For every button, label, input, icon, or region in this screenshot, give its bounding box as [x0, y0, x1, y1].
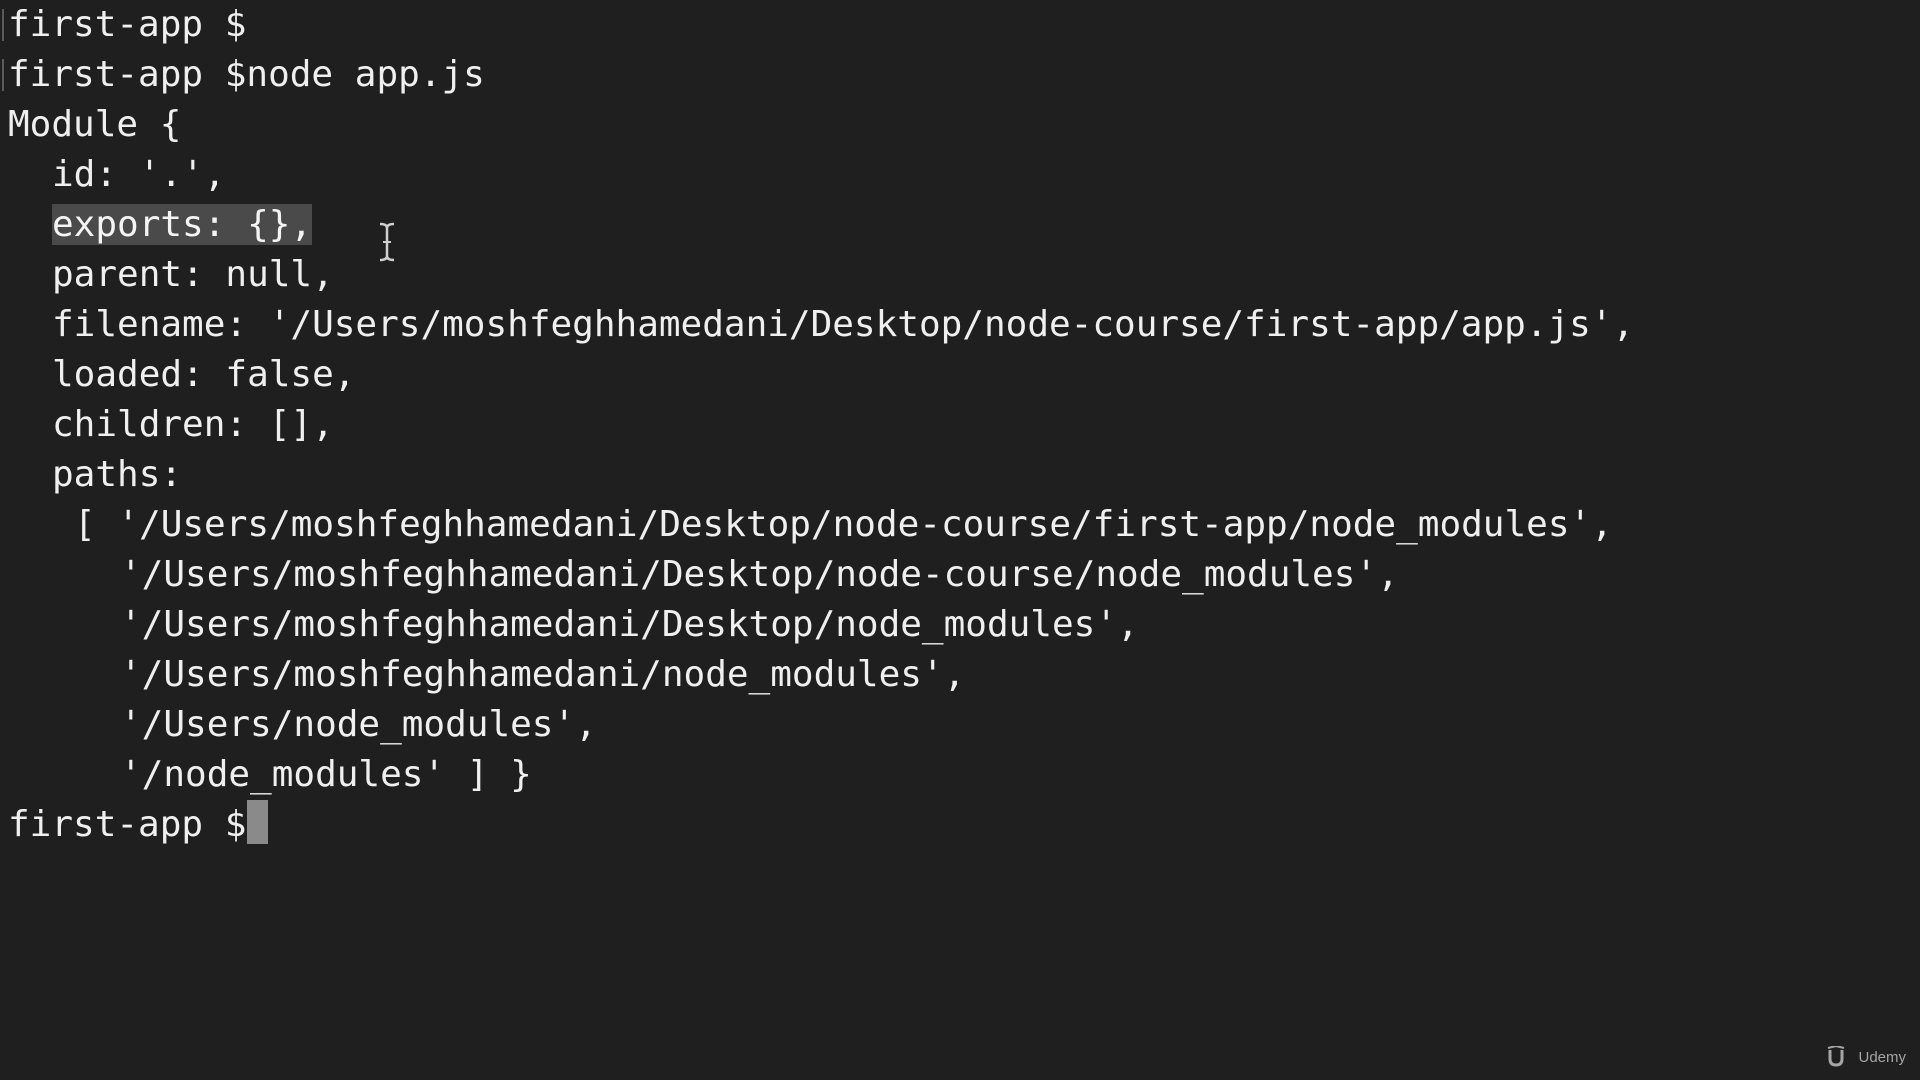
terminal-line: '/node_modules' ] } — [8, 750, 1920, 800]
command-text: first-app $node app.js — [8, 54, 485, 95]
terminal-line: '/Users/node_modules', — [8, 700, 1920, 750]
output-text: parent: null, — [52, 254, 334, 295]
terminal-line: first-app $ — [8, 800, 1920, 850]
prompt-text: first-app $ — [8, 4, 247, 45]
terminal-left-edge-marker — [2, 9, 4, 41]
terminal-line: '/Users/moshfeghhamedani/Desktop/node_mo… — [8, 600, 1920, 650]
terminal-left-edge-marker — [2, 59, 4, 91]
terminal-line: id: '.', — [8, 150, 1920, 200]
ibeam-cursor-icon — [378, 222, 396, 262]
output-text: '/node_modules' ] } — [120, 754, 532, 795]
output-text: '/Users/moshfeghhamedani/node_modules', — [120, 654, 966, 695]
terminal-line: '/Users/moshfeghhamedani/node_modules', — [8, 650, 1920, 700]
output-text: loaded: false, — [52, 354, 356, 395]
text-cursor — [247, 800, 269, 844]
output-text: id: '.', — [52, 154, 226, 195]
terminal-line: exports: {}, — [8, 200, 1920, 250]
terminal-window[interactable]: first-app $ first-app $node app.js Modul… — [0, 0, 1920, 1080]
output-text: filename: '/Users/moshfeghhamedani/Deskt… — [52, 304, 1635, 345]
terminal-line: '/Users/moshfeghhamedani/Desktop/node-co… — [8, 550, 1920, 600]
output-text: paths: — [52, 454, 183, 495]
terminal-line: paths: — [8, 450, 1920, 500]
terminal-line: first-app $ — [8, 0, 1920, 50]
prompt-text: first-app $ — [8, 804, 247, 845]
terminal-line: [ '/Users/moshfeghhamedani/Desktop/node-… — [8, 500, 1920, 550]
terminal-line: Module { — [8, 100, 1920, 150]
udemy-watermark: Udemy — [1826, 1046, 1906, 1068]
terminal-line: loaded: false, — [8, 350, 1920, 400]
output-text: '/Users/node_modules', — [120, 704, 597, 745]
watermark-text: Udemy — [1858, 1048, 1906, 1066]
output-text: Module { — [8, 104, 182, 145]
terminal-line: first-app $node app.js — [8, 50, 1920, 100]
output-text: [ '/Users/moshfeghhamedani/Desktop/node-… — [74, 504, 1613, 545]
output-text: '/Users/moshfeghhamedani/Desktop/node_mo… — [120, 604, 1139, 645]
output-text: '/Users/moshfeghhamedani/Desktop/node-co… — [120, 554, 1399, 595]
terminal-line: parent: null, — [8, 250, 1920, 300]
output-text: children: [], — [52, 404, 334, 445]
selected-text[interactable]: exports: {}, — [52, 204, 313, 245]
udemy-logo-icon — [1826, 1046, 1852, 1068]
terminal-line: children: [], — [8, 400, 1920, 450]
terminal-line: filename: '/Users/moshfeghhamedani/Deskt… — [8, 300, 1920, 350]
